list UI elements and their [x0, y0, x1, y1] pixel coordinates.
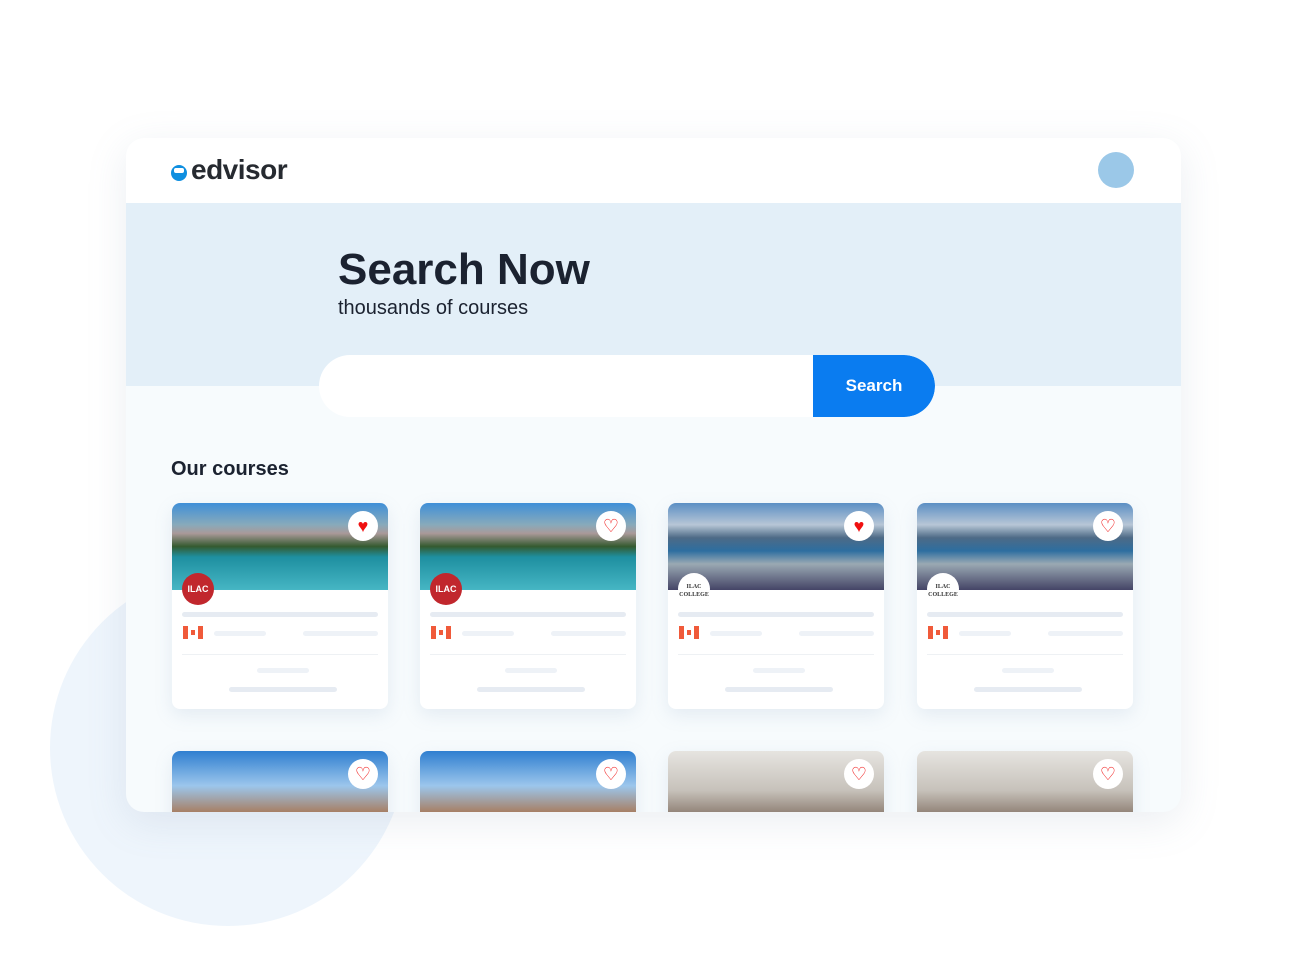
search-input[interactable]	[319, 355, 813, 417]
school-logo: ILAC COLLEGE	[927, 573, 959, 605]
canada-flag-icon	[183, 626, 203, 639]
placeholder-line	[799, 631, 874, 636]
canada-flag-icon	[928, 626, 948, 639]
placeholder-line	[1002, 668, 1054, 673]
heart-outline-icon[interactable]: ♡	[1093, 511, 1123, 541]
placeholder-line	[477, 687, 585, 692]
section-heading: Our courses	[171, 458, 289, 480]
course-card[interactable]: ♥ ILAC COLLEGE	[668, 503, 884, 709]
course-card[interactable]: ♥ ILAC	[172, 503, 388, 709]
search-button[interactable]: Search	[813, 355, 935, 417]
placeholder-line	[974, 687, 1082, 692]
course-card[interactable]: ♡	[917, 751, 1133, 812]
placeholder-line	[551, 631, 626, 636]
placeholder-line	[710, 631, 762, 636]
logo[interactable]: edvisor	[171, 154, 288, 186]
course-card[interactable]: ♡	[420, 751, 636, 812]
course-card[interactable]: ♡ ILAC COLLEGE	[917, 503, 1133, 709]
placeholder-line	[505, 668, 557, 673]
heart-outline-icon[interactable]: ♡	[596, 511, 626, 541]
course-image: ♡	[668, 751, 884, 812]
heart-outline-icon[interactable]: ♡	[596, 759, 626, 789]
course-image: ♥ ILAC	[172, 503, 388, 605]
canada-flag-icon	[431, 626, 451, 639]
course-card[interactable]: ♡	[172, 751, 388, 812]
course-image: ♡	[172, 751, 388, 812]
placeholder-line	[182, 612, 378, 617]
heart-outline-icon[interactable]: ♡	[1093, 759, 1123, 789]
app-window: edvisor Search Now thousands of courses …	[126, 138, 1181, 812]
placeholder-line	[430, 612, 626, 617]
placeholder-line	[1048, 631, 1123, 636]
course-image: ♥ ILAC COLLEGE	[668, 503, 884, 605]
course-image: ♡ ILAC	[420, 503, 636, 605]
placeholder-line	[753, 668, 805, 673]
heart-filled-icon[interactable]: ♥	[844, 511, 874, 541]
placeholder-line	[927, 612, 1123, 617]
course-card[interactable]: ♡	[668, 751, 884, 812]
placeholder-line	[257, 668, 309, 673]
placeholder-line	[678, 612, 874, 617]
divider	[927, 654, 1123, 655]
canada-flag-icon	[679, 626, 699, 639]
page-subtitle: thousands of courses	[338, 297, 529, 319]
logo-icon	[171, 165, 187, 181]
logo-text: edvisor	[191, 154, 288, 185]
course-card[interactable]: ♡ ILAC	[420, 503, 636, 709]
placeholder-line	[725, 687, 833, 692]
divider	[182, 654, 378, 655]
school-logo: ILAC	[182, 573, 214, 605]
school-logo: ILAC COLLEGE	[678, 573, 710, 605]
placeholder-line	[214, 631, 266, 636]
search-bar: Search	[319, 355, 935, 417]
placeholder-line	[229, 687, 337, 692]
avatar[interactable]	[1098, 152, 1134, 188]
header: edvisor	[126, 138, 1181, 203]
heart-outline-icon[interactable]: ♡	[348, 759, 378, 789]
placeholder-line	[959, 631, 1011, 636]
page-title: Search Now	[338, 245, 590, 294]
course-image: ♡ ILAC COLLEGE	[917, 503, 1133, 605]
divider	[678, 654, 874, 655]
course-image: ♡	[917, 751, 1133, 812]
school-logo: ILAC	[430, 573, 462, 605]
heart-outline-icon[interactable]: ♡	[844, 759, 874, 789]
heart-filled-icon[interactable]: ♥	[348, 511, 378, 541]
placeholder-line	[303, 631, 378, 636]
course-image: ♡	[420, 751, 636, 812]
divider	[430, 654, 626, 655]
placeholder-line	[462, 631, 514, 636]
